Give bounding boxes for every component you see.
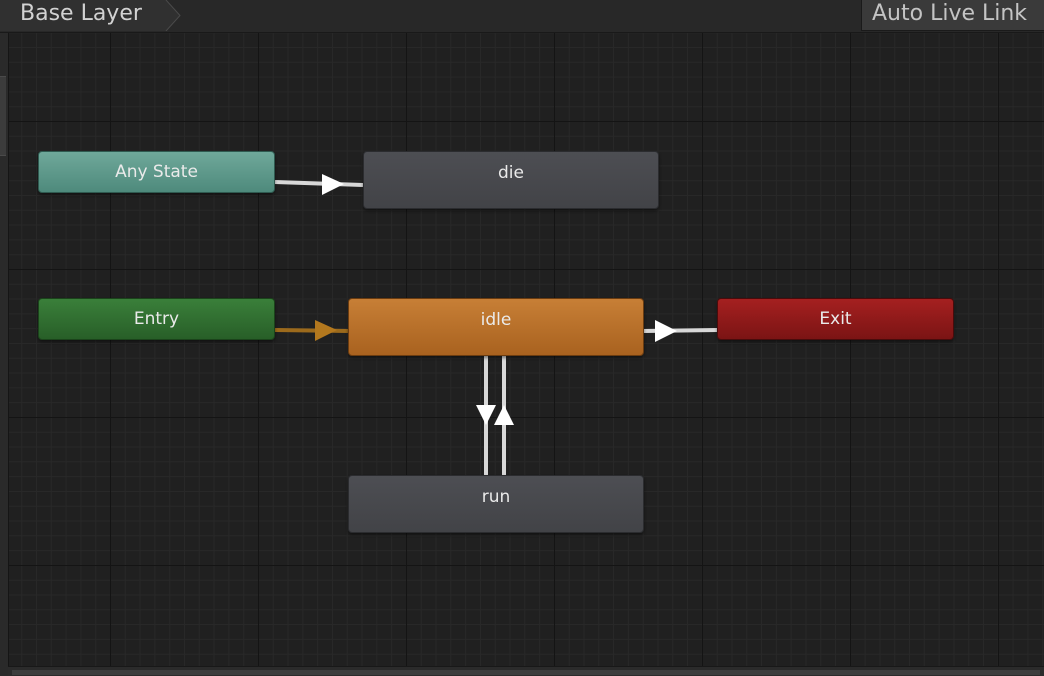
- node-exit[interactable]: Exit: [717, 298, 954, 340]
- node-entry[interactable]: Entry: [38, 298, 275, 340]
- node-state-run[interactable]: run: [348, 475, 644, 533]
- transition-arrow-icon: [655, 320, 677, 342]
- transition-run-to-idle[interactable]: [494, 356, 514, 475]
- transition-entry-to-idle[interactable]: [274, 320, 349, 341]
- node-label: run: [481, 487, 511, 507]
- transition-idle-to-run[interactable]: [476, 356, 496, 475]
- auto-live-link-label: Auto Live Link: [872, 1, 1028, 26]
- node-label: Exit: [819, 309, 852, 329]
- auto-live-link-button[interactable]: Auto Live Link: [861, 0, 1044, 31]
- transition-arrow-icon: [494, 405, 514, 425]
- transition-arrow-icon: [315, 320, 337, 341]
- scrollbar-thumb[interactable]: [12, 670, 1040, 675]
- node-label: idle: [480, 310, 512, 330]
- node-label: Entry: [133, 309, 180, 329]
- transition-arrow-icon: [476, 405, 496, 425]
- node-label: die: [498, 163, 524, 183]
- node-any-state[interactable]: Any State: [38, 151, 275, 193]
- transition-idle-to-exit[interactable]: [643, 320, 719, 342]
- animator-toolbar: Base Layer Auto Live Link: [0, 0, 1044, 33]
- gutter-handle[interactable]: [0, 76, 6, 156]
- left-gutter: [0, 32, 9, 676]
- node-state-idle[interactable]: idle: [348, 298, 644, 356]
- transition-anystate-to-die[interactable]: [274, 174, 364, 195]
- breadcrumb-layer-label: Base Layer: [20, 1, 142, 26]
- node-label: Any State: [115, 162, 198, 182]
- horizontal-scrollbar[interactable]: [8, 666, 1044, 676]
- node-state-die[interactable]: die: [363, 151, 659, 209]
- animator-window: Base Layer Auto Live Link Any State die …: [0, 0, 1044, 676]
- breadcrumb[interactable]: Base Layer: [0, 0, 181, 31]
- transition-arrow-icon: [322, 174, 344, 195]
